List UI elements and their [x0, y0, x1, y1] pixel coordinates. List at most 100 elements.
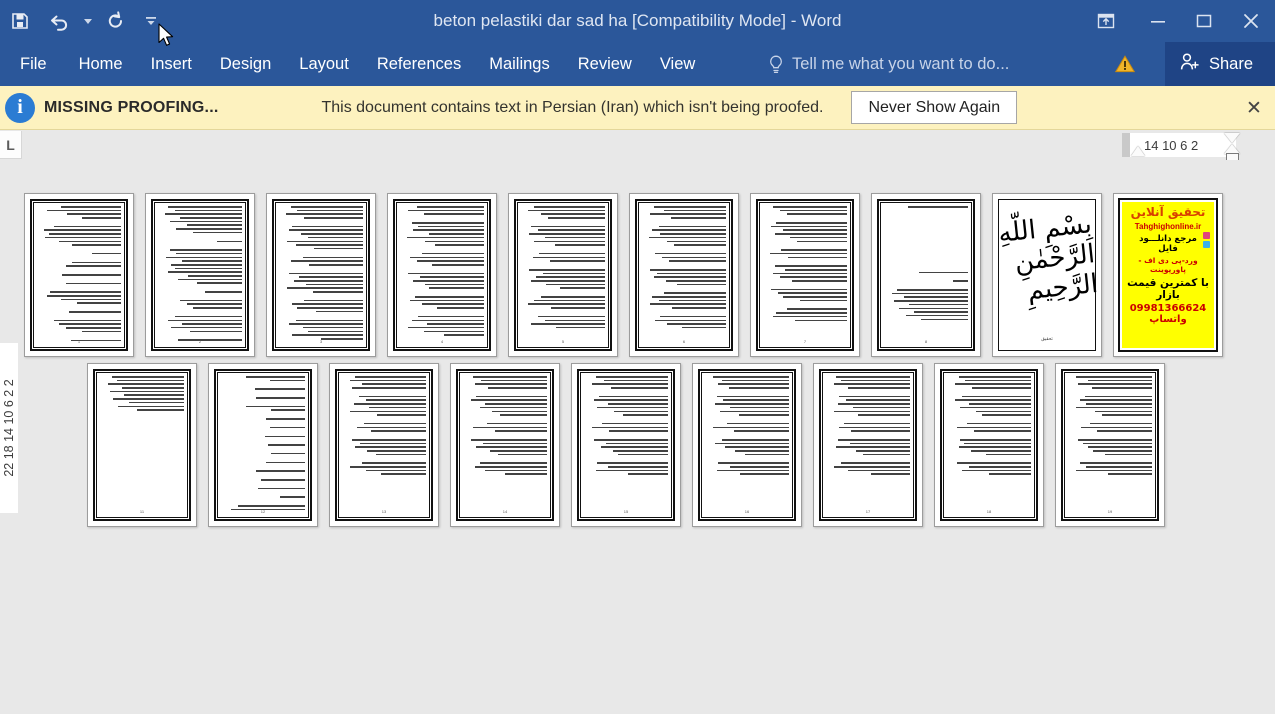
text-line — [955, 383, 1031, 385]
page-thumbnail-12[interactable]: 12 — [208, 363, 318, 527]
text-line — [617, 453, 668, 456]
text-line — [408, 326, 484, 329]
ad-social-icon — [1203, 241, 1210, 248]
share-button[interactable]: Share — [1164, 42, 1275, 86]
text-line — [113, 398, 184, 400]
page-thumbnail-5[interactable]: 5 — [508, 193, 618, 357]
text-line — [193, 231, 242, 234]
restore-button[interactable] — [1181, 0, 1227, 42]
text-line — [549, 260, 605, 262]
text-line — [186, 303, 242, 306]
text-line — [269, 426, 305, 429]
page-thumbnail-14[interactable]: 14 — [450, 363, 560, 527]
text-line — [1096, 430, 1152, 432]
text-line — [53, 319, 121, 322]
ribbon-display-options-button[interactable] — [1077, 0, 1135, 42]
tell-me-search[interactable]: Tell me what you want to do... — [768, 42, 1009, 86]
text-line — [1108, 473, 1152, 476]
text-line — [536, 276, 605, 278]
text-line — [778, 292, 847, 294]
text-line — [1076, 376, 1152, 378]
text-line — [713, 426, 789, 429]
text-line — [1094, 410, 1152, 413]
page-thumbnail-11[interactable]: 11 — [87, 363, 197, 527]
text-line — [849, 442, 910, 445]
tab-home[interactable]: Home — [65, 42, 137, 86]
repeat-button[interactable] — [96, 2, 136, 40]
page-thumbnail-16[interactable]: 16 — [692, 363, 802, 527]
tab-stop-selector[interactable]: L — [0, 131, 22, 159]
text-line — [471, 438, 547, 441]
text-line — [368, 406, 426, 409]
horizontal-ruler[interactable]: 14 10 6 2 — [1130, 133, 1236, 157]
info-icon: i — [5, 92, 35, 123]
never-show-again-button[interactable]: Never Show Again — [851, 91, 1018, 124]
page-number: 3 — [319, 339, 323, 344]
text-line — [652, 296, 726, 298]
page-thumbnail-19[interactable]: 19 — [1055, 363, 1165, 527]
text-line — [411, 319, 484, 322]
text-line — [1079, 462, 1152, 464]
page-thumbnail-15[interactable]: 15 — [571, 363, 681, 527]
text-line — [919, 271, 968, 274]
tab-mailings[interactable]: Mailings — [475, 42, 564, 86]
text-line — [982, 414, 1031, 416]
text-line — [58, 323, 121, 326]
text-line — [834, 466, 910, 468]
text-line — [783, 229, 847, 232]
text-line — [264, 435, 305, 438]
tab-layout[interactable]: Layout — [285, 42, 363, 86]
page-thumbnail-8[interactable]: 8 — [871, 193, 981, 357]
page-thumbnail-13[interactable]: 13 — [329, 363, 439, 527]
save-button[interactable] — [0, 2, 40, 40]
page-content — [584, 376, 668, 512]
page-thumbnail-18[interactable]: 18 — [934, 363, 1044, 527]
vertical-ruler[interactable]: 22 18 14 10 6 2 2 — [0, 343, 18, 513]
text-line — [431, 263, 484, 266]
tab-design[interactable]: Design — [206, 42, 285, 86]
page-thumbnail-4[interactable]: 4 — [387, 193, 497, 357]
left-indent-marker[interactable] — [1131, 146, 1145, 156]
close-button[interactable] — [1227, 0, 1275, 42]
first-line-indent-marker[interactable] — [1224, 133, 1240, 143]
ribbon-tab-bar: File Home Insert Design Layout Reference… — [0, 42, 1275, 86]
page-thumbnail-17[interactable]: 17 — [813, 363, 923, 527]
page-text-lines — [826, 376, 910, 477]
text-line — [653, 276, 726, 278]
text-line — [110, 390, 184, 393]
tab-file[interactable]: File — [0, 42, 65, 86]
text-line — [957, 426, 1031, 429]
page-thumbnail-6[interactable]: 6 — [629, 193, 739, 357]
tab-view[interactable]: View — [646, 42, 709, 86]
undo-dropdown[interactable] — [80, 2, 96, 40]
page-text-lines — [279, 206, 363, 342]
page-thumbnail-1[interactable]: 1 — [24, 193, 134, 357]
page-thumbnail-3[interactable]: 3 — [266, 193, 376, 357]
text-line — [266, 418, 305, 420]
infobar-close-icon[interactable]: ✕ — [1241, 95, 1267, 121]
text-line — [363, 422, 426, 425]
minimize-button[interactable] — [1135, 0, 1181, 42]
text-line — [967, 422, 1031, 425]
text-line — [597, 462, 668, 464]
text-line — [955, 399, 1031, 402]
text-line — [294, 280, 363, 282]
ribbon-tabs: File Home Insert Design Layout Reference… — [0, 42, 709, 86]
text-line — [602, 422, 668, 425]
tab-references[interactable]: References — [363, 42, 475, 86]
page-thumbnail-2[interactable]: 2 — [145, 193, 255, 357]
warning-triangle-icon[interactable] — [1114, 54, 1136, 74]
text-line — [1101, 414, 1152, 416]
page-thumbnail-9[interactable]: بِسْمِ اللّهِ الرَّحْمٰنِ الرَّحِيمِ تحقی… — [992, 193, 1102, 357]
text-line — [484, 469, 547, 472]
text-line — [958, 446, 1031, 448]
text-line — [960, 438, 1031, 441]
page-thumbnail-10[interactable]: تحقیق آنلاین Tahghighonline.ir مرجع دانلــ… — [1113, 193, 1223, 357]
text-line — [428, 287, 484, 289]
text-line — [1076, 469, 1152, 472]
page-thumbnail-7[interactable]: 7 — [750, 193, 860, 357]
tab-review[interactable]: Review — [564, 42, 646, 86]
text-line — [592, 383, 668, 385]
mouse-cursor — [158, 23, 176, 54]
undo-button[interactable] — [40, 2, 80, 40]
